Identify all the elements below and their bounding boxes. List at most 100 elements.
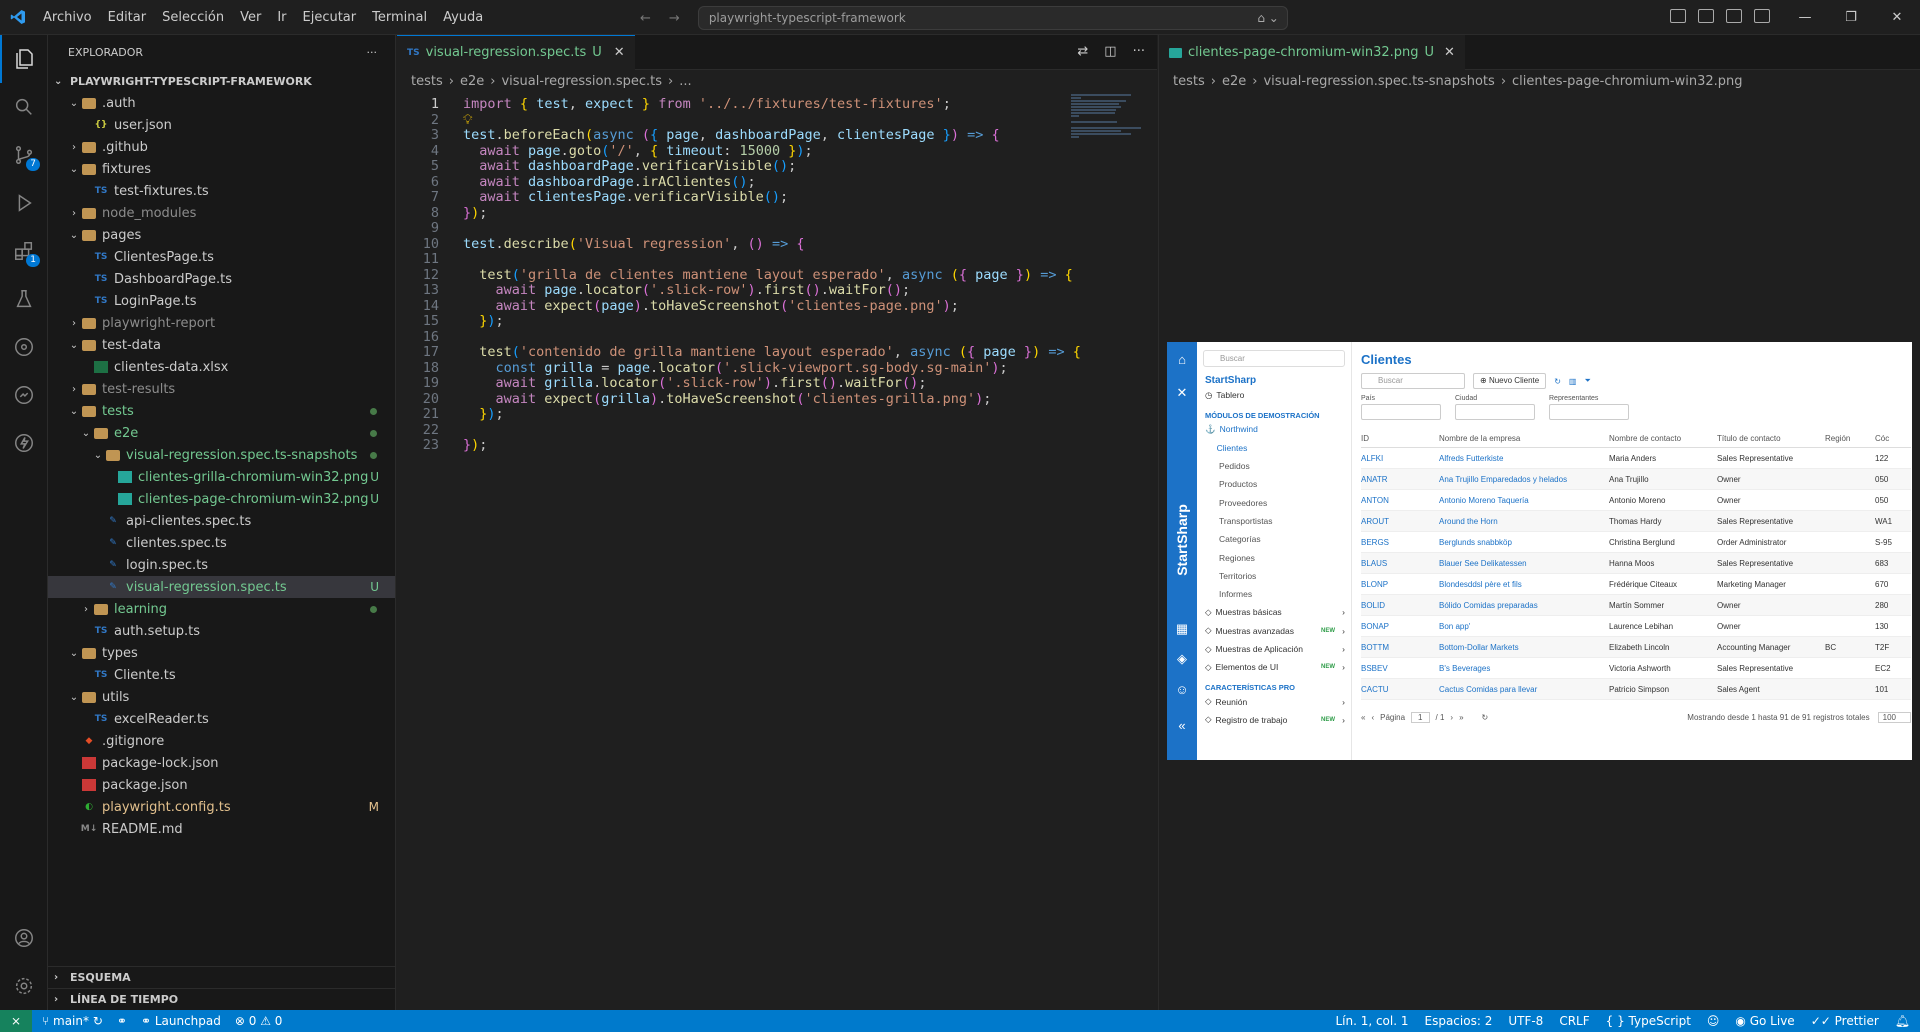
tree-item[interactable]: ◐ playwright.config.ts M: [48, 796, 395, 818]
tree-item[interactable]: ⌄ tests: [48, 400, 395, 422]
remote-icon[interactable]: ⨯: [0, 1010, 32, 1032]
nav-subitem[interactable]: Productos: [1197, 475, 1351, 493]
close-tab-icon[interactable]: ✕: [614, 45, 625, 60]
table-cell[interactable]: BLAUS: [1361, 559, 1439, 568]
table-cell[interactable]: AROUT: [1361, 517, 1439, 526]
filter-select[interactable]: [1455, 404, 1535, 420]
code-line[interactable]: const grilla = page.locator('.slick-view…: [463, 360, 1008, 376]
collapse-icon[interactable]: «: [1167, 708, 1197, 742]
filter-select[interactable]: [1549, 404, 1629, 420]
tree-item[interactable]: package-lock.json: [48, 752, 395, 774]
copilot-status-icon[interactable]: ☺: [1707, 1014, 1720, 1028]
code-line[interactable]: });: [463, 406, 503, 422]
nav-subitem[interactable]: Territorios: [1197, 567, 1351, 585]
back-arrow-icon[interactable]: ←: [640, 11, 651, 26]
table-row[interactable]: ANATR Ana Trujillo Emparedados y helados A…: [1361, 469, 1911, 490]
nav-group[interactable]: ◇ Registro de trabajo NEW ›: [1197, 711, 1351, 729]
column-header[interactable]: ID: [1361, 434, 1439, 443]
filter-field[interactable]: Ciudad: [1455, 395, 1535, 420]
tree-item[interactable]: clientes-page-chromium-win32.png U: [48, 488, 395, 510]
image-preview[interactable]: ⌂ ✕ StartSharp ▦ ◈ ☺ « Buscar StartSharp…: [1167, 342, 1912, 760]
more-actions-icon[interactable]: ···: [367, 46, 378, 59]
code-line[interactable]: });: [463, 313, 503, 329]
next-page-icon[interactable]: ›: [1450, 713, 1453, 722]
notifications-icon[interactable]: 🔔︎: [1895, 1014, 1910, 1028]
menu-item[interactable]: Archivo: [35, 10, 100, 25]
code-line[interactable]: await dashboardPage.irAClientes();: [463, 174, 755, 190]
menu-item[interactable]: Selección: [154, 10, 232, 25]
timeline-section[interactable]: › LÍNEA DE TIEMPO: [48, 988, 396, 1010]
nav-subitem[interactable]: Categorías: [1197, 530, 1351, 548]
filter-select[interactable]: [1361, 404, 1441, 420]
testing-flask-icon[interactable]: [0, 275, 48, 323]
table-row[interactable]: CACTU Cactus Comidas para llevar Patricio …: [1361, 679, 1911, 700]
filter-icon[interactable]: ⏷: [1584, 376, 1590, 386]
nav-subitem[interactable]: Regiones: [1197, 548, 1351, 566]
git-graph-icon[interactable]: ⚭: [117, 1014, 127, 1028]
split-editor-icon[interactable]: ◫: [1104, 44, 1116, 59]
nav-group[interactable]: ◇ Muestras de Aplicación ›: [1197, 640, 1351, 658]
breadcrumb-item[interactable]: tests: [411, 74, 443, 89]
table-cell[interactable]: BLONP: [1361, 580, 1439, 589]
column-header[interactable]: Región: [1825, 434, 1875, 443]
table-cell[interactable]: Bon app': [1439, 622, 1609, 631]
tree-item[interactable]: › .github: [48, 136, 395, 158]
prettier-item[interactable]: ✓✓ Prettier: [1811, 1014, 1879, 1028]
tree-item[interactable]: ⌄ utils: [48, 686, 395, 708]
settings-gear-icon[interactable]: [0, 962, 48, 1010]
problems-item[interactable]: ⊗ 0 ⚠ 0: [235, 1014, 283, 1028]
table-row[interactable]: BOLID Bólido Comidas preparadas Martín Som…: [1361, 595, 1911, 616]
tree-item[interactable]: TS excelReader.ts: [48, 708, 395, 730]
table-cell[interactable]: Blondesddsl père et fils: [1439, 580, 1609, 589]
column-header[interactable]: Nombre de la empresa: [1439, 434, 1609, 443]
source-control-icon[interactable]: 7: [0, 131, 48, 179]
tree-item[interactable]: {} user.json: [48, 114, 395, 136]
end-of-line[interactable]: CRLF: [1559, 1014, 1589, 1028]
branch-item[interactable]: ⑂ main* ↻: [42, 1014, 103, 1028]
table-cell[interactable]: Bólido Comidas preparadas: [1439, 601, 1609, 610]
workspace-root[interactable]: ⌄ PLAYWRIGHT-TYPESCRIPT-FRAMEWORK: [48, 70, 395, 92]
table-row[interactable]: ALFKI Alfreds Futterkiste Maria Anders Sale…: [1361, 448, 1911, 469]
table-cell[interactable]: Berglunds snabbköp: [1439, 538, 1609, 547]
tab-clientes-page-png[interactable]: clientes-page-chromium-win32.png U ✕: [1159, 34, 1465, 70]
table-cell[interactable]: CACTU: [1361, 685, 1439, 694]
nav-search-input[interactable]: Buscar: [1203, 350, 1345, 367]
tree-item[interactable]: TS ClientesPage.ts: [48, 246, 395, 268]
breadcrumb-item[interactable]: e2e: [460, 74, 484, 89]
grid-search-input[interactable]: Buscar: [1361, 373, 1465, 389]
table-cell[interactable]: Ana Trujillo Emparedados y helados: [1439, 475, 1609, 484]
column-header[interactable]: Título de contacto: [1717, 434, 1825, 443]
code-line[interactable]: test('contenido de grilla mantiene layou…: [463, 344, 1081, 360]
tree-item[interactable]: ⌄ pages: [48, 224, 395, 246]
tree-item[interactable]: clientes-data.xlsx: [48, 356, 395, 378]
menu-item[interactable]: Ayuda: [435, 10, 491, 25]
tree-item[interactable]: ⌄ types: [48, 642, 395, 664]
menu-item[interactable]: Ejecutar: [295, 10, 365, 25]
menu-item[interactable]: Terminal: [364, 10, 435, 25]
tree-item[interactable]: package.json: [48, 774, 395, 796]
code-line[interactable]: 💡︎: [463, 112, 472, 128]
more-actions-icon[interactable]: ···: [1133, 44, 1145, 59]
table-cell[interactable]: Bottom-Dollar Markets: [1439, 643, 1609, 652]
nav-group[interactable]: ◇ Elementos de UI NEW ›: [1197, 658, 1351, 676]
table-cell[interactable]: BSBEV: [1361, 664, 1439, 673]
code-line[interactable]: await grilla.locator('.slick-row').first…: [463, 375, 927, 391]
code-line[interactable]: await dashboardPage.verificarVisible();: [463, 158, 796, 174]
restore-icon[interactable]: ❐: [1828, 10, 1874, 25]
encoding[interactable]: UTF-8: [1508, 1014, 1543, 1028]
command-center[interactable]: playwright-typescript-framework ⌂ ⌄: [697, 6, 1288, 30]
menu-item[interactable]: Ver: [232, 10, 269, 25]
indentation[interactable]: Espacios: 2: [1425, 1014, 1493, 1028]
table-cell[interactable]: Blauer See Delikatessen: [1439, 559, 1609, 568]
table-row[interactable]: BERGS Berglunds snabbköp Christina Berglun…: [1361, 532, 1911, 553]
tree-item[interactable]: TS test-fixtures.ts: [48, 180, 395, 202]
tree-item[interactable]: ✎ clientes.spec.ts: [48, 532, 395, 554]
code-line[interactable]: test.describe('Visual regression', () =>…: [463, 236, 804, 252]
prev-page-icon[interactable]: ‹: [1371, 713, 1374, 722]
table-cell[interactable]: Antonio Moreno Taquería: [1439, 496, 1609, 505]
search-icon[interactable]: [0, 83, 48, 131]
code-line[interactable]: test.beforeEach(async ({ page, dashboard…: [463, 127, 1000, 143]
breadcrumb-item[interactable]: visual-regression.spec.ts: [501, 74, 662, 89]
run-debug-icon[interactable]: [0, 179, 48, 227]
table-cell[interactable]: ANATR: [1361, 475, 1439, 484]
